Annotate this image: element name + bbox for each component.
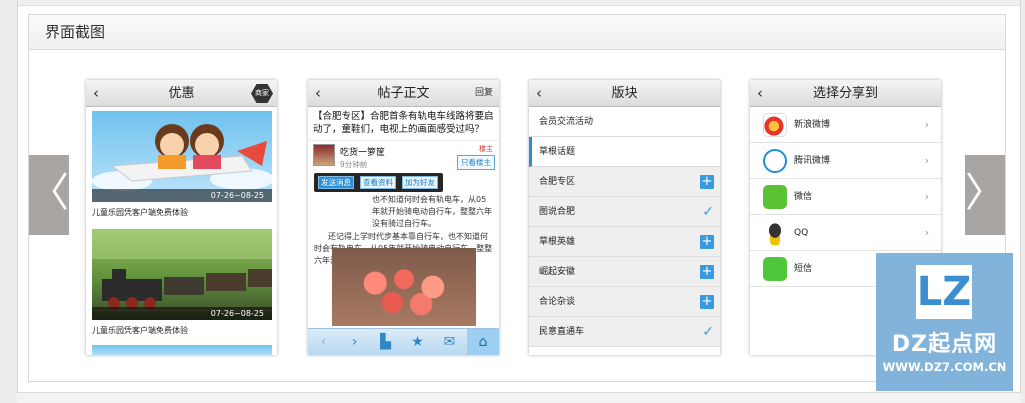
board-label: 草根英雄 (539, 237, 576, 247)
page-title: 选择分享到 (812, 86, 878, 101)
sort-icon[interactable]: ▙ (370, 329, 401, 355)
board-item[interactable]: 民意直通车 ✓ (529, 317, 720, 347)
bottom-toolbar: ‹ › ▙ ★ ✉ ⌂ (308, 328, 499, 355)
coupon-banner-image[interactable] (92, 345, 272, 355)
user-action-popup: 发送消息 查看资料 加为好友 (314, 173, 443, 192)
board-label: 图说合肥 (539, 207, 576, 217)
board-category-selected[interactable]: 草根话题 (529, 137, 720, 167)
page-title: 版块 (611, 86, 638, 101)
chevron-right-icon: › (924, 226, 929, 239)
post-photo[interactable] (332, 248, 476, 326)
tencent-weibo-icon (763, 149, 787, 173)
sms-icon (763, 257, 787, 281)
share-option-tencent-weibo[interactable]: 腾讯微博 › (750, 143, 941, 179)
coupon-date: 07-26~08-25 (92, 307, 272, 320)
bottom-strip (17, 392, 1021, 403)
board-category[interactable]: 会员交流活动 (529, 107, 720, 137)
section-title: 界面截图 (29, 15, 1005, 50)
share-option-wechat[interactable]: 微信 › (750, 179, 941, 215)
coupon-caption[interactable]: 儿童乐园凭客户端免费体验 (92, 325, 188, 336)
page-title: 帖子正文 (377, 86, 430, 101)
check-icon[interactable]: ✓ (702, 317, 714, 347)
share-label: 短信 (794, 264, 813, 274)
coupon-banner-image[interactable]: 07-26~08-25 (92, 229, 272, 320)
qq-icon (763, 221, 787, 245)
panel-top-strip (18, 0, 1020, 6)
coupon-date: 07-26~08-25 (92, 189, 272, 202)
carousel-next-button[interactable]: 〉 (965, 155, 1005, 235)
phone-header: ‹ 帖子正文 回复 (308, 80, 499, 107)
board-label: 合肥专区 (539, 177, 576, 187)
phone-header: ‹ 优惠 商家 (86, 80, 277, 107)
carousel-prev-button[interactable]: 〈 (29, 155, 69, 235)
back-icon[interactable]: ‹ (93, 80, 99, 107)
sina-weibo-icon (763, 113, 787, 137)
floor-tag: 楼主 (479, 145, 493, 153)
chevron-right-icon: › (924, 118, 929, 131)
share-label: QQ (794, 228, 809, 238)
board-label: 民意直通车 (539, 327, 585, 337)
screenshot-coupons: ‹ 优惠 商家 07-26~08-25 儿童乐园凭客户端免费体验 07-26~0… (86, 80, 277, 355)
only-host-button[interactable]: 只看楼主 (457, 155, 495, 170)
back-icon[interactable]: ‹ (315, 80, 321, 107)
share-label: 腾讯微博 (794, 156, 831, 166)
star-icon[interactable]: ★ (402, 329, 433, 355)
add-friend-button[interactable]: 加为好友 (402, 176, 438, 189)
post-paragraph: 也不知道何时会有轨电车，从05年就开始骑电动自行车，整整六年没有骑过自行车。 (372, 195, 492, 228)
chevron-right-icon: › (924, 154, 929, 167)
chevron-right-icon: › (924, 190, 929, 203)
author-name[interactable]: 吃货一箩筐 (340, 145, 385, 158)
reply-button[interactable]: 回复 (475, 80, 493, 107)
screenshot-boards: ‹ 版块 会员交流活动 草根话题 合肥专区 + 图说合肥 ✓ 草根英雄 + 崛起安徽 +… (529, 80, 720, 355)
merchant-badge[interactable]: 商家 (251, 84, 273, 103)
send-message-button[interactable]: 发送消息 (318, 176, 354, 189)
coupon-caption[interactable]: 儿童乐园凭客户端免费体验 (92, 207, 188, 218)
board-item[interactable]: 图说合肥 ✓ (529, 197, 720, 227)
back-icon[interactable]: ‹ (536, 80, 542, 107)
view-profile-button[interactable]: 查看资料 (360, 176, 396, 189)
watermark-title: DZ起点网 (891, 332, 998, 357)
next-arrow-icon[interactable]: › (339, 329, 370, 355)
post-title: 【合肥专区】合肥首条有轨电车线路将要启动了，童鞋们，电视上的画面感受过吗？ (313, 111, 494, 135)
board-label: 崛起安徽 (539, 267, 576, 277)
add-icon[interactable]: + (700, 235, 714, 249)
wechat-icon (763, 185, 787, 209)
add-icon[interactable]: + (700, 175, 714, 189)
board-item[interactable]: 草根英雄 + (529, 227, 720, 257)
add-icon[interactable]: + (700, 265, 714, 279)
add-icon[interactable]: + (700, 295, 714, 309)
phone-header: ‹ 选择分享到 (750, 80, 941, 107)
back-icon[interactable]: ‹ (757, 80, 763, 107)
coupon-banner-image[interactable]: 07-26~08-25 (92, 111, 272, 202)
check-icon[interactable]: ✓ (702, 197, 714, 227)
share-option-qq[interactable]: QQ › (750, 215, 941, 251)
phone-header: ‹ 版块 (529, 80, 720, 107)
home-icon[interactable]: ⌂ (467, 329, 499, 355)
watermark-url: WWW.DZ7.COM.CN (882, 360, 1007, 374)
prev-arrow-icon[interactable]: ‹ (308, 329, 339, 355)
screenshot-post: ‹ 帖子正文 回复 【合肥专区】合肥首条有轨电车线路将要启动了，童鞋们，电视上的… (308, 80, 499, 355)
avatar[interactable] (313, 144, 335, 166)
share-label: 新浪微博 (794, 120, 831, 130)
comment-icon[interactable]: ✉ (434, 329, 465, 355)
share-label: 微信 (794, 192, 813, 202)
site-watermark: LZ DZ起点网 WWW.DZ7.COM.CN (876, 253, 1013, 391)
board-label: 合论杂谈 (539, 297, 576, 307)
post-time: 9分钟前 (340, 160, 368, 169)
share-option-sina-weibo[interactable]: 新浪微博 › (750, 107, 941, 143)
board-item[interactable]: 崛起安徽 + (529, 257, 720, 287)
page-title: 优惠 (168, 86, 195, 101)
board-list: 合肥专区 + 图说合肥 ✓ 草根英雄 + 崛起安徽 + 合论杂谈 + 民意直通车 ✓ (529, 167, 720, 347)
watermark-logo: LZ (916, 265, 972, 319)
author-row: 吃货一箩筐 9分钟前 楼主 只看楼主 (308, 140, 499, 176)
board-item[interactable]: 合论杂谈 + (529, 287, 720, 317)
board-item[interactable]: 合肥专区 + (529, 167, 720, 197)
